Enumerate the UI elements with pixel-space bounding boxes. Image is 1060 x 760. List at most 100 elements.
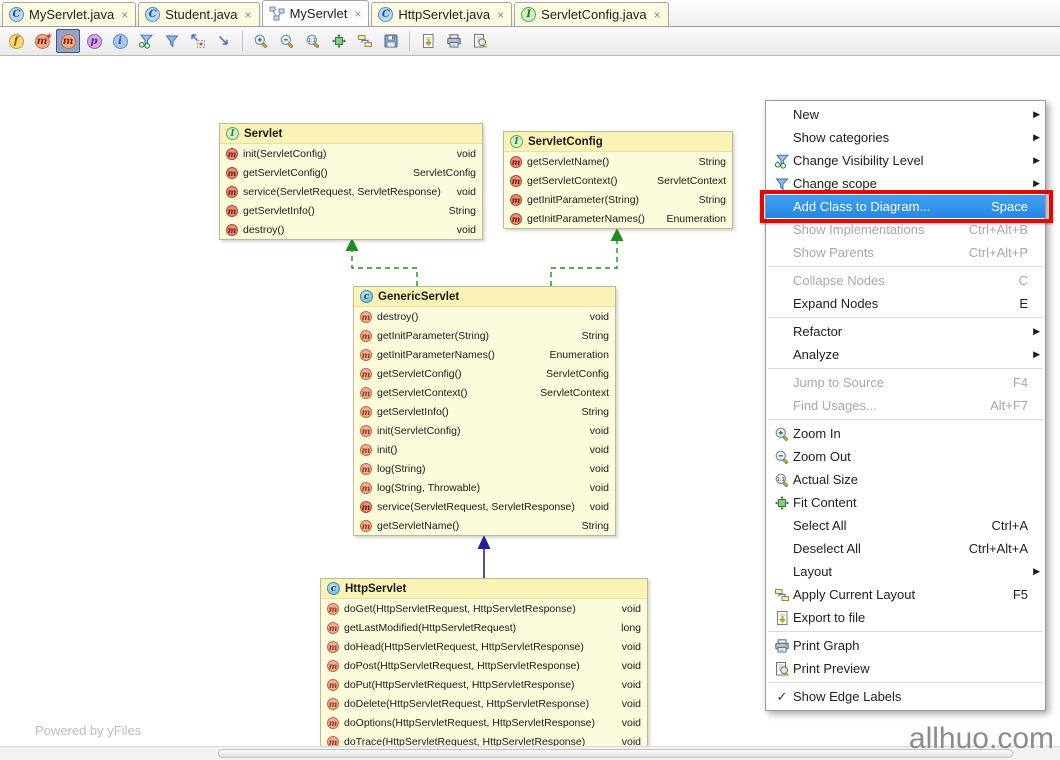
class-node-servlet-config[interactable]: I ServletConfig m getServletName() String m ge…	[503, 131, 733, 229]
menu-item-find-usages: Find Usages... Alt+F7	[766, 394, 1045, 417]
arrowhead-generalization-icon	[477, 535, 491, 549]
export-to-file-button[interactable]	[416, 29, 440, 53]
tab-student-java[interactable]: C Student.java	[138, 2, 260, 26]
close-icon[interactable]	[497, 9, 504, 21]
apply-current-layout-button[interactable]	[353, 29, 377, 53]
class-node-http-servlet[interactable]: c HttpServlet m doGet(HttpServletRequest, H…	[320, 578, 648, 752]
menu-item-label: Show categories	[793, 130, 890, 145]
print-graph-button[interactable]	[442, 29, 466, 53]
class-node-servlet[interactable]: I Servlet m init(ServletConfig) void m getServ…	[219, 123, 483, 240]
method-return-type: Enumeration	[549, 348, 609, 361]
tab-myservlet[interactable]: MyServlet	[261, 0, 370, 26]
method-icon: m	[360, 519, 372, 532]
method-return-type: void	[589, 500, 609, 513]
arrow-region-icon	[190, 33, 206, 49]
method-icon: m	[226, 166, 238, 179]
menu-item-show-edge-labels[interactable]: Show Edge Labels	[766, 685, 1045, 708]
method-name: doPost(HttpServletRequest, HttpServletRe…	[344, 659, 580, 672]
menu-item-change-visibility-level[interactable]: Change Visibility Level	[766, 149, 1045, 172]
menu-item-fit-content[interactable]: Fit Content	[766, 491, 1045, 514]
menu-item-label: Change Visibility Level	[793, 153, 924, 168]
menu-item-analyze[interactable]: Analyze	[766, 343, 1045, 366]
menu-item-actual-size[interactable]: 1:1 Actual Size	[766, 468, 1045, 491]
show-constructors-button[interactable]: m ✶	[30, 29, 54, 53]
method-row: m doPost(HttpServletRequest, HttpServletR…	[321, 656, 647, 675]
menu-item-layout[interactable]: Layout	[766, 560, 1045, 583]
method-name: init(ServletConfig)	[377, 424, 461, 437]
method-icon: m	[360, 348, 372, 361]
zoom-in-button[interactable]	[249, 29, 273, 53]
menu-item-show-categories[interactable]: Show categories	[766, 126, 1045, 149]
method-icon: m	[360, 310, 372, 323]
tab-myservlet-java[interactable]: C MyServlet.java	[2, 2, 137, 26]
method-name: getServletConfig()	[243, 166, 328, 179]
method-name: doGet(HttpServletRequest, HttpServletRes…	[344, 602, 576, 615]
horizontal-scrollbar[interactable]	[0, 746, 1060, 760]
method-icon: m	[360, 329, 372, 342]
change-visibility-level-button[interactable]	[134, 29, 158, 53]
export-icon	[771, 610, 793, 626]
method-icon: m	[226, 185, 238, 198]
horizontal-scrollbar-thumb[interactable]	[218, 749, 1013, 758]
method-icon: m	[360, 481, 372, 494]
save-diagram-button[interactable]	[379, 29, 403, 53]
menu-item-zoom-in[interactable]: Zoom In	[766, 422, 1045, 445]
method-return-type: void	[589, 310, 609, 323]
zoom-to-region-button[interactable]	[186, 29, 210, 53]
menu-item-change-scope[interactable]: Change scope	[766, 172, 1045, 195]
menu-item-apply-current-layout[interactable]: Apply Current Layout F5	[766, 583, 1045, 606]
submenu-arrow-icon	[1028, 109, 1040, 120]
edge-genericservlet-servlet	[351, 251, 418, 286]
tab-servletconfig-java[interactable]: I ServletConfig.java	[514, 2, 669, 26]
printer-icon	[771, 638, 793, 654]
menu-item-label: Actual Size	[793, 472, 859, 487]
show-methods-button[interactable]: m	[56, 29, 80, 53]
menu-separator	[768, 419, 1043, 420]
zoom-out-button[interactable]	[275, 29, 299, 53]
menu-separator	[768, 317, 1043, 318]
show-inner-classes-button[interactable]: i	[108, 29, 132, 53]
method-row: m log(String, Throwable) void	[354, 478, 615, 497]
menu-item-new[interactable]: New	[766, 103, 1045, 126]
class-header-servlet-config: I ServletConfig	[504, 132, 732, 152]
method-return-type: void	[621, 602, 641, 615]
close-icon[interactable]	[354, 8, 361, 20]
print-preview-button[interactable]	[468, 29, 492, 53]
method-row: m doGet(HttpServletRequest, HttpServletRe…	[321, 599, 647, 618]
export-icon-menu	[774, 610, 790, 626]
export-icon	[420, 33, 436, 49]
class-node-generic-servlet[interactable]: c GenericServlet m destroy() void m getInitPar…	[353, 286, 616, 536]
fit-content-button[interactable]	[327, 29, 351, 53]
show-properties-button[interactable]: p	[82, 29, 106, 53]
menu-item-print-preview[interactable]: Print Preview	[766, 657, 1045, 680]
powered-by-label: Powered by yFiles	[35, 723, 142, 738]
menu-item-deselect-all[interactable]: Deselect All Ctrl+Alt+A	[766, 537, 1045, 560]
actual-size-button[interactable]: 1:1	[301, 29, 325, 53]
close-icon[interactable]	[121, 9, 128, 21]
close-icon[interactable]	[654, 9, 661, 21]
method-return-type: String	[448, 204, 476, 217]
method-return-type: Enumeration	[666, 212, 726, 225]
menu-item-refactor[interactable]: Refactor	[766, 320, 1045, 343]
method-name: getServletInfo()	[243, 204, 315, 217]
class-name: Servlet	[244, 127, 283, 140]
menu-item-zoom-out[interactable]: Zoom Out	[766, 445, 1045, 468]
layout-icon	[771, 587, 793, 603]
close-icon[interactable]	[245, 9, 252, 21]
menu-item-expand-nodes[interactable]: Expand Nodes E	[766, 292, 1045, 315]
menu-item-export-to-file[interactable]: Export to file	[766, 606, 1045, 629]
menu-item-print-graph[interactable]: Print Graph	[766, 634, 1045, 657]
change-scope-button[interactable]	[160, 29, 184, 53]
toolbar-separator	[242, 31, 243, 51]
menu-item-shortcut: Ctrl+Alt+B	[968, 222, 1028, 237]
method-return-type: void	[589, 462, 609, 475]
scroll-mode-button[interactable]	[212, 29, 236, 53]
method-name: init(ServletConfig)	[243, 147, 327, 160]
menu-item-add-class-to-diagram[interactable]: Add Class to Diagram... Space	[760, 190, 1053, 223]
tab-httpservlet-java[interactable]: C HttpServlet.java	[371, 2, 513, 26]
show-fields-button[interactable]: f	[4, 29, 28, 53]
method-row: m init(ServletConfig) void	[354, 421, 615, 440]
method-icon: m	[327, 716, 339, 729]
method-row: m destroy() void	[220, 220, 482, 239]
menu-item-select-all[interactable]: Select All Ctrl+A	[766, 514, 1045, 537]
